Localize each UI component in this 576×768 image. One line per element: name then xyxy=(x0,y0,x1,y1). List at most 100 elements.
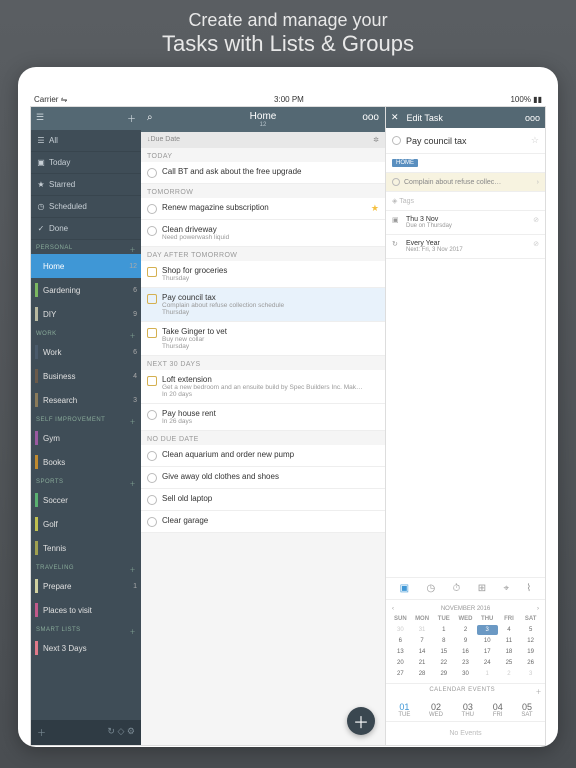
cal-day[interactable]: 1 xyxy=(477,669,498,679)
task-row[interactable]: Pay house rentIn 26 days xyxy=(141,404,385,431)
cal-day[interactable]: 14 xyxy=(412,647,433,657)
add-icon[interactable]: ＋ xyxy=(127,112,136,125)
cal-day[interactable]: 3 xyxy=(520,669,541,679)
sidebar-list-item[interactable]: Business4 xyxy=(31,364,141,388)
add-list-icon[interactable]: ＋ xyxy=(37,726,46,739)
sidebar-group-header[interactable]: TRAVELING＋ xyxy=(31,560,141,574)
cal-day[interactable]: 23 xyxy=(455,658,476,668)
cal-day[interactable]: 1 xyxy=(433,625,454,635)
task-checkbox[interactable] xyxy=(147,376,157,386)
location-tab-icon[interactable]: ⌖ xyxy=(503,583,509,594)
cal-day[interactable]: 21 xyxy=(412,658,433,668)
cal-day[interactable]: 2 xyxy=(455,625,476,635)
cal-day[interactable]: 16 xyxy=(455,647,476,657)
sidebar-list-item[interactable]: Prepare1 xyxy=(31,574,141,598)
cal-day[interactable]: 29 xyxy=(433,669,454,679)
task-row[interactable]: Clean drivewayNeed powerwash liquid xyxy=(141,220,385,247)
task-checkbox[interactable] xyxy=(147,267,157,277)
date-row[interactable]: ▣Thu 3 NovDue on Thursday⊘ xyxy=(386,211,545,235)
sidebar-list-item[interactable]: Next 3 Days xyxy=(31,636,141,660)
event-day[interactable]: 02WED xyxy=(429,702,443,718)
cal-next-icon[interactable]: › xyxy=(537,606,539,612)
clear-icon[interactable]: ⊘ xyxy=(533,216,539,224)
cal-day[interactable]: 7 xyxy=(412,636,433,646)
sidebar-smart-item[interactable]: ☰All xyxy=(31,130,141,152)
attach-tab-icon[interactable]: ⌇ xyxy=(526,583,531,594)
cal-day[interactable]: 20 xyxy=(390,658,411,668)
sidebar-list-item[interactable]: Work6 xyxy=(31,340,141,364)
sidebar-smart-item[interactable]: ▣Today xyxy=(31,152,141,174)
sidebar-list-item[interactable]: Research3 xyxy=(31,388,141,412)
search-icon[interactable]: ⌕ xyxy=(147,112,153,123)
sidebar-list-item[interactable]: Places to visit xyxy=(31,598,141,622)
task-row[interactable]: Loft extensionGet a new bedroom and an e… xyxy=(141,370,385,404)
task-row[interactable]: Sell old laptop xyxy=(141,489,385,511)
cal-day[interactable]: 6 xyxy=(390,636,411,646)
gear-icon[interactable]: ✲ xyxy=(373,136,379,144)
cal-prev-icon[interactable]: ‹ xyxy=(392,606,394,612)
cal-day[interactable]: 11 xyxy=(499,636,520,646)
task-checkbox[interactable] xyxy=(147,451,157,461)
task-checkbox[interactable] xyxy=(147,410,157,420)
sidebar-smart-item[interactable]: ★Starred xyxy=(31,174,141,196)
cal-day[interactable]: 5 xyxy=(520,625,541,635)
event-day[interactable]: 01TUE xyxy=(398,702,410,718)
task-checkbox[interactable] xyxy=(147,204,157,214)
task-checkbox[interactable] xyxy=(147,226,157,236)
task-checkbox[interactable] xyxy=(147,473,157,483)
sidebar-smart-item[interactable]: ◷Scheduled xyxy=(31,196,141,218)
checklist-tab-icon[interactable]: ⊞ xyxy=(478,583,486,594)
date-row[interactable]: ↻Every YearNext: Fri, 3 Nov 2017⊘ xyxy=(386,235,545,259)
task-checkbox[interactable] xyxy=(147,328,157,338)
timer-tab-icon[interactable]: ⏱ xyxy=(453,583,461,594)
task-title-row[interactable]: Pay council tax ☆ xyxy=(386,128,545,154)
sort-row[interactable]: ↓Due Date✲ xyxy=(141,132,385,148)
sidebar-group-header[interactable]: WORK＋ xyxy=(31,326,141,340)
add-event-icon[interactable]: ＋ xyxy=(535,687,542,696)
more-icon[interactable]: ooo xyxy=(525,113,540,123)
sidebar-list-item[interactable]: Golf xyxy=(31,512,141,536)
sidebar-group-header[interactable]: SPORTS＋ xyxy=(31,474,141,488)
cal-day[interactable]: 3 xyxy=(477,625,498,635)
task-row[interactable]: Renew magazine subscription★ xyxy=(141,198,385,220)
task-row[interactable]: Take Ginger to vetBuy new collarThursday xyxy=(141,322,385,356)
event-day[interactable]: 05SAT xyxy=(521,702,532,718)
task-checkbox[interactable] xyxy=(392,136,401,145)
settings-icon[interactable]: ⚙ xyxy=(127,726,135,736)
event-day[interactable]: 04FRI xyxy=(493,702,503,718)
sidebar-list-item[interactable]: Soccer xyxy=(31,488,141,512)
add-task-fab[interactable]: ＋ xyxy=(347,707,375,735)
cal-day[interactable]: 18 xyxy=(499,647,520,657)
cal-day[interactable]: 17 xyxy=(477,647,498,657)
cal-day[interactable]: 24 xyxy=(477,658,498,668)
sidebar-group-header[interactable]: PERSONAL＋ xyxy=(31,240,141,254)
task-row[interactable]: Call BT and ask about the free upgrade xyxy=(141,162,385,184)
cal-day[interactable]: 26 xyxy=(520,658,541,668)
menu-icon[interactable]: ☰ xyxy=(36,112,44,125)
cal-day[interactable]: 27 xyxy=(390,669,411,679)
alarm-tab-icon[interactable]: ◷ xyxy=(426,583,435,594)
cal-day[interactable]: 9 xyxy=(455,636,476,646)
cal-day[interactable]: 2 xyxy=(499,669,520,679)
star-icon[interactable]: ☆ xyxy=(531,135,539,146)
sidebar-list-item[interactable]: Books xyxy=(31,450,141,474)
tag-icon[interactable]: ◇ xyxy=(117,726,124,736)
cal-day[interactable]: 4 xyxy=(499,625,520,635)
cal-day[interactable]: 28 xyxy=(412,669,433,679)
event-day[interactable]: 03THU xyxy=(462,702,474,718)
cal-day[interactable]: 30 xyxy=(390,625,411,635)
tags-field[interactable]: ◈ Tags xyxy=(386,192,545,211)
cal-day[interactable]: 12 xyxy=(520,636,541,646)
cal-day[interactable]: 8 xyxy=(433,636,454,646)
cal-day[interactable]: 25 xyxy=(499,658,520,668)
date-tab-icon[interactable]: ▣ xyxy=(400,583,409,594)
close-icon[interactable]: ✕ xyxy=(391,112,399,123)
clear-icon[interactable]: ⊘ xyxy=(533,240,539,248)
subtask-checkbox[interactable] xyxy=(392,178,400,186)
task-row[interactable]: Clear garage xyxy=(141,511,385,533)
more-icon[interactable]: ooo xyxy=(362,112,379,123)
sidebar-group-header[interactable]: SELF IMPROVEMENT＋ xyxy=(31,412,141,426)
cal-day[interactable]: 22 xyxy=(433,658,454,668)
cal-day[interactable]: 13 xyxy=(390,647,411,657)
sync-icon[interactable]: ↻ xyxy=(107,726,115,736)
